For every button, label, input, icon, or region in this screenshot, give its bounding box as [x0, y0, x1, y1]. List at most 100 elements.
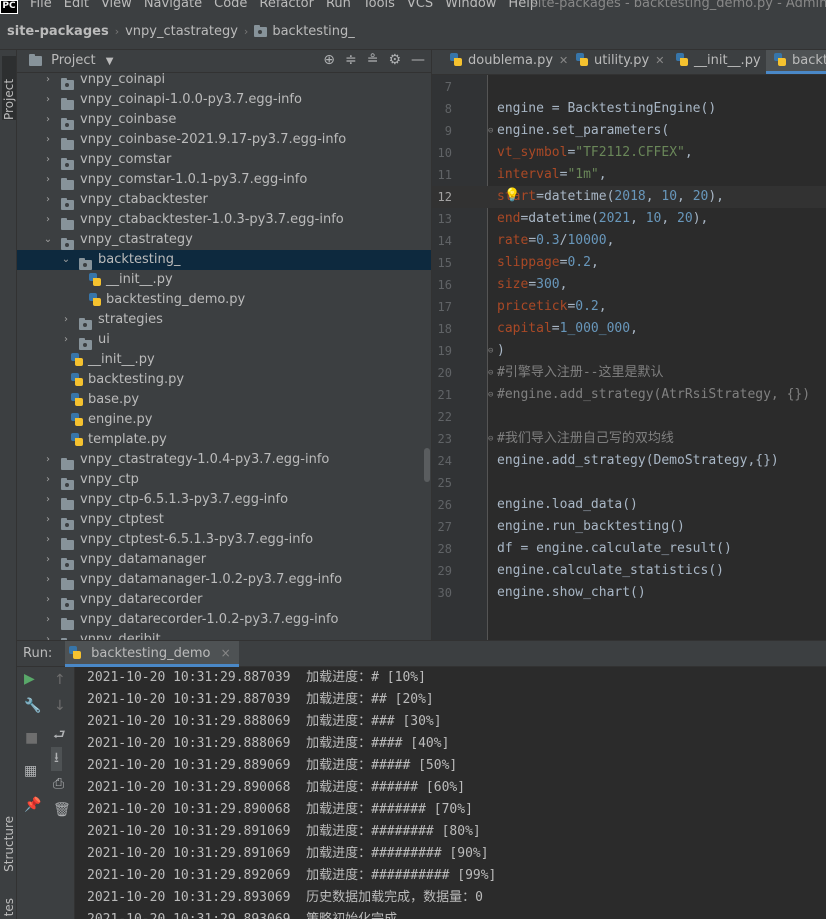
tree-item[interactable]: › vnpy_ctp-6.5.1.3-py3.7.egg-info [17, 490, 431, 510]
chevron-right-icon[interactable]: › [43, 610, 53, 630]
tree-scrollbar[interactable] [424, 448, 430, 482]
code-line[interactable]: 14 rate=0.3/10000, [432, 230, 826, 252]
menu-item-navigate[interactable]: Navigate [144, 0, 208, 11]
chevron-right-icon[interactable]: › [61, 310, 71, 330]
hide-icon[interactable]: — [411, 52, 425, 68]
menu-item-tools[interactable]: Tools [363, 0, 401, 11]
code-line[interactable]: 10 vt_symbol="TF2112.CFFEX", [432, 142, 826, 164]
tree-item[interactable]: › vnpy_ctptest [17, 510, 431, 530]
code-line[interactable]: 25 [432, 472, 826, 494]
lightbulb-icon[interactable]: 💡 [504, 185, 520, 207]
code-line[interactable]: 15 slippage=0.2, [432, 252, 826, 274]
code-line[interactable]: 20 #引擎导入注册--这里是默认 ⊖ [432, 362, 826, 384]
tree-item[interactable]: ⌄ backtesting_ [17, 250, 431, 270]
chevron-right-icon[interactable]: › [61, 330, 71, 350]
tree-item[interactable]: › vnpy_coinapi [17, 70, 431, 90]
code-line[interactable]: 21 #engine.add_strategy(AtrRsiStrategy, {… [432, 384, 826, 406]
fold-icon[interactable]: ⊖ [488, 362, 493, 384]
chevron-right-icon[interactable]: › [43, 190, 53, 210]
tree-item[interactable]: › vnpy_coinapi-1.0.0-py3.7.egg-info [17, 90, 431, 110]
chevron-right-icon[interactable]: › [43, 70, 53, 90]
tree-item[interactable]: › vnpy_datarecorder-1.0.2-py3.7.egg-info [17, 610, 431, 630]
tree-item[interactable]: › vnpy_datamanager [17, 550, 431, 570]
code-area[interactable]: 7 8 engine = BacktestingEngine() 9 engine.se… [432, 76, 826, 604]
menu-item-window[interactable]: Window [445, 0, 502, 11]
code-line[interactable]: 13 end=datetime(2021, 10, 20), [432, 208, 826, 230]
code-line[interactable]: 27 engine.run_backtesting() [432, 516, 826, 538]
editor-tab[interactable]: doublema.py ✕ [442, 50, 576, 74]
menu-item-refactor[interactable]: Refactor [259, 0, 320, 11]
chevron-right-icon[interactable]: › [43, 450, 53, 470]
menu-item-edit[interactable]: Edit [64, 0, 95, 11]
code-line[interactable]: 29 engine.calculate_statistics() [432, 560, 826, 582]
rerun-icon[interactable]: ▶ [24, 671, 35, 687]
close-icon[interactable]: ✕ [559, 54, 568, 67]
locate-icon[interactable]: ⊕ [323, 52, 335, 68]
project-panel-title[interactable]: Project ▼ [29, 53, 113, 68]
chevron-right-icon[interactable]: › [43, 550, 53, 570]
tree-item[interactable]: › vnpy_deribit [17, 630, 431, 640]
code-line[interactable]: 28 df = engine.calculate_result() [432, 538, 826, 560]
side-tab-structure[interactable]: Structure [2, 816, 16, 872]
menu-item-code[interactable]: Code [214, 0, 253, 11]
scroll-to-end-icon[interactable]: ⭳ [51, 747, 62, 771]
code-line[interactable]: 9 engine.set_parameters(⊖ [432, 120, 826, 142]
code-line[interactable]: 23 #我们导入注册自己写的双均线 ⊖ [432, 428, 826, 450]
fold-icon[interactable]: ⊖ [488, 384, 493, 406]
code-line[interactable]: 30 engine.show_chart() [432, 582, 826, 604]
code-line[interactable]: 16 size=300, [432, 274, 826, 296]
tree-item[interactable]: › vnpy_comstar [17, 150, 431, 170]
tree-item[interactable]: backtesting_demo.py [17, 290, 431, 310]
chevron-right-icon[interactable]: › [43, 490, 53, 510]
chevron-right-icon[interactable]: › [43, 90, 53, 110]
breadcrumb-item[interactable]: vnpy_ctastrategy [125, 24, 238, 39]
chevron-right-icon[interactable]: › [43, 530, 53, 550]
tree-item[interactable]: › vnpy_ctabacktester-1.0.3-py3.7.egg-info [17, 210, 431, 230]
tree-item[interactable]: › vnpy_datamanager-1.0.2-py3.7.egg-info [17, 570, 431, 590]
code-line[interactable]: 8 engine = BacktestingEngine() [432, 98, 826, 120]
tree-item[interactable]: › vnpy_ctastrategy-1.0.4-py3.7.egg-info [17, 450, 431, 470]
tree-item[interactable]: › vnpy_comstar-1.0.1-py3.7.egg-info [17, 170, 431, 190]
chevron-right-icon[interactable]: › [43, 130, 53, 150]
trash-icon[interactable]: 🗑 [53, 802, 71, 818]
tree-item[interactable]: base.py [17, 390, 431, 410]
arrow-up-icon[interactable]: ↑ [54, 672, 66, 688]
tree-item[interactable]: __init__.py [17, 270, 431, 290]
tree-item[interactable]: › vnpy_ctabacktester [17, 190, 431, 210]
fold-icon[interactable]: ⊖ [488, 120, 493, 142]
tree-item[interactable]: template.py [17, 430, 431, 450]
tree-item[interactable]: › vnpy_coinbase [17, 110, 431, 130]
code-line[interactable]: 11 interval="1m", [432, 164, 826, 186]
code-line[interactable]: 12 start=datetime(2018, 10, 20), 💡 [432, 186, 826, 208]
chevron-right-icon[interactable]: › [43, 170, 53, 190]
chevron-right-icon[interactable]: › [43, 470, 53, 490]
chevron-right-icon[interactable]: › [43, 510, 53, 530]
code-line[interactable]: 26 engine.load_data() [432, 494, 826, 516]
tree-item[interactable]: ⌄ vnpy_ctastrategy [17, 230, 431, 250]
chevron-right-icon[interactable]: › [43, 110, 53, 130]
close-icon[interactable]: × [221, 646, 231, 660]
code-line[interactable]: 17 pricetick=0.2, [432, 296, 826, 318]
arrow-down-icon[interactable]: ↓ [54, 698, 66, 714]
tree-item[interactable]: engine.py [17, 410, 431, 430]
soft-wrap-icon[interactable]: ⮐ [53, 724, 66, 748]
side-tab-bottom[interactable]: tes [2, 898, 16, 916]
menu-item-view[interactable]: View [101, 0, 138, 11]
tree-item[interactable]: __init__.py [17, 350, 431, 370]
tree-item[interactable]: › vnpy_ctptest-6.5.1.3-py3.7.egg-info [17, 530, 431, 550]
chevron-right-icon[interactable]: › [43, 570, 53, 590]
pin-icon[interactable]: 📌 [24, 797, 41, 813]
chevron-right-icon[interactable]: › [43, 590, 53, 610]
run-tab-backtesting-demo[interactable]: backtesting_demo × [65, 641, 239, 667]
chevron-down-icon[interactable]: ⌄ [43, 230, 53, 250]
breadcrumb-current[interactable]: backtesting_ [272, 24, 354, 39]
layout-icon[interactable]: ▦ [24, 763, 37, 779]
tree-item[interactable]: backtesting.py [17, 370, 431, 390]
stop-icon[interactable]: ■ [25, 730, 38, 746]
editor-tab[interactable]: utility.py ✕ [568, 50, 672, 74]
code-line[interactable]: 7 [432, 76, 826, 98]
code-line[interactable]: 22 [432, 406, 826, 428]
wrench-icon[interactable]: 🔧 [24, 698, 41, 714]
collapse-all-icon[interactable]: ≗ [367, 52, 379, 68]
menu-item-run[interactable]: Run [326, 0, 357, 11]
